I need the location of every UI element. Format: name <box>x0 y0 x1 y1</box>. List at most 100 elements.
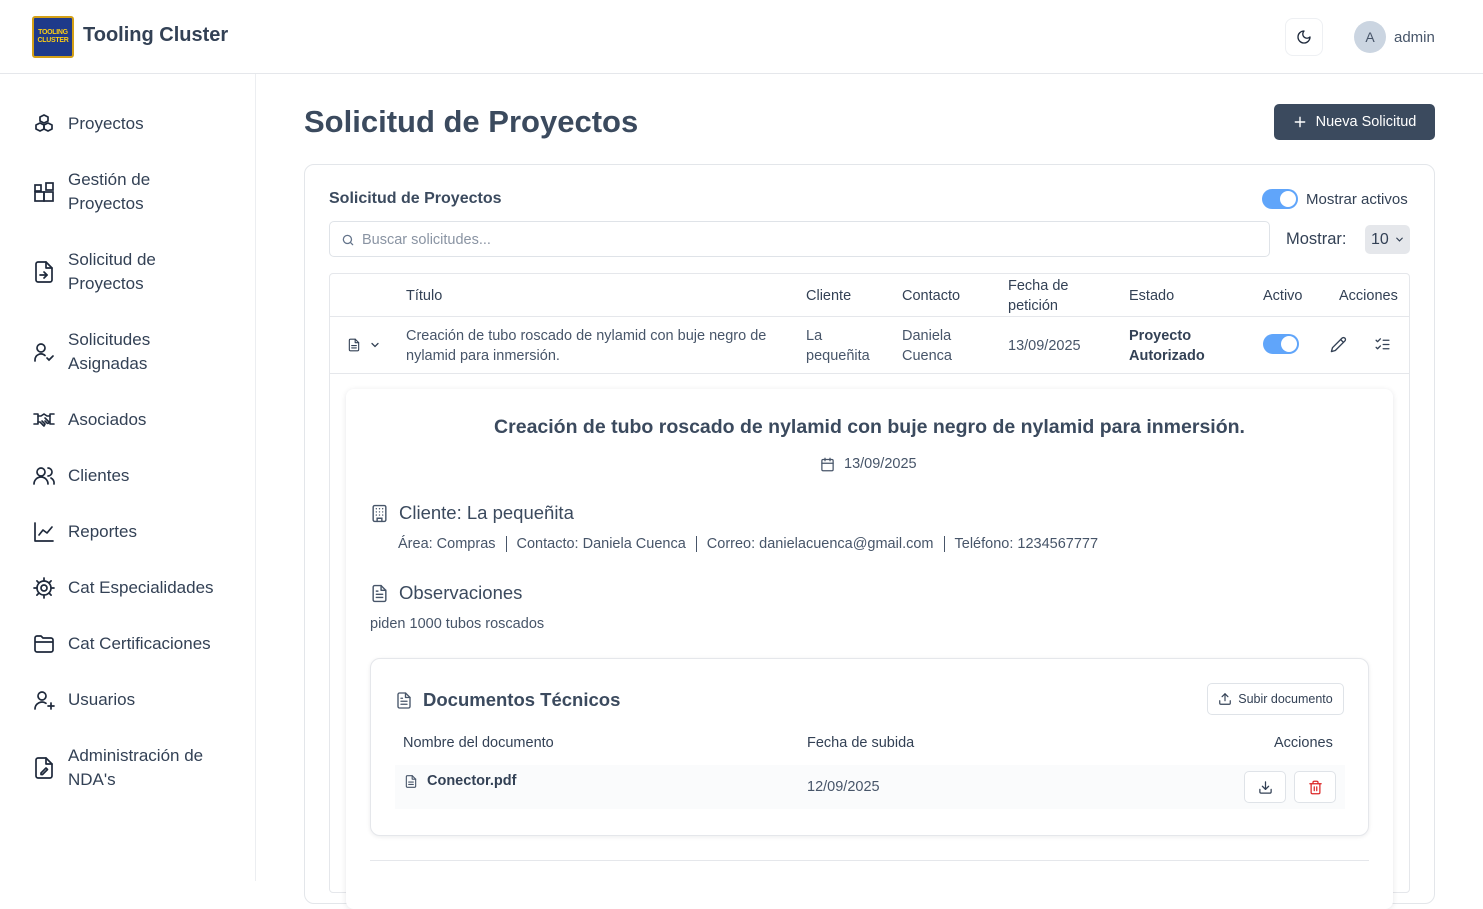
sidebar-item-gestion[interactable]: Gestión de Proyectos <box>32 168 232 216</box>
building-icon <box>372 504 387 522</box>
sidebar-item-usuarios[interactable]: Usuarios <box>32 688 232 712</box>
page-title: Solicitud de Proyectos <box>304 104 639 139</box>
col-header-cliente[interactable]: Cliente <box>806 286 851 306</box>
sidebar-item-label: Cat Certificaciones <box>68 634 211 653</box>
download-icon <box>1258 780 1272 794</box>
sidebar-item-asociados[interactable]: Asociados <box>32 408 232 432</box>
upload-document-button[interactable]: Subir documento <box>1207 683 1344 715</box>
trash-icon <box>1308 780 1322 794</box>
cell-fecha: 13/09/2025 <box>1008 338 1081 354</box>
show-active-toggle[interactable] <box>1262 189 1298 209</box>
separator <box>505 536 507 552</box>
col-header-titulo[interactable]: Título <box>406 286 442 306</box>
cell-contacto: Daniela Cuenca <box>902 328 952 364</box>
docs-col-actions: Acciones <box>1274 735 1333 751</box>
edit-button[interactable] <box>1330 336 1347 353</box>
sidebar-item-label: Solicitud de Proyectos <box>68 250 156 293</box>
file-text-icon <box>348 338 360 352</box>
client-email: Correo: danielacuenca@gmail.com <box>706 536 934 552</box>
sidebar-item-label: Proyectos <box>68 114 144 133</box>
blocks-icon <box>32 180 56 204</box>
client-heading: Cliente: La pequeñita <box>370 502 574 524</box>
col-header-contacto[interactable]: Contacto <box>902 286 960 306</box>
documents-heading: Documentos Técnicos <box>395 689 620 711</box>
sidebar-item-reportes[interactable]: Reportes <box>32 520 232 544</box>
col-header-estado[interactable]: Estado <box>1129 286 1174 306</box>
client-phone: Teléfono: 1234567777 <box>954 536 1099 552</box>
page-size-select[interactable]: 10 <box>1365 225 1410 254</box>
chevron-down-icon <box>371 342 379 348</box>
sidebar-item-label: Usuarios <box>68 690 136 709</box>
sidebar-item-nda[interactable]: Administración de NDA's <box>32 744 232 792</box>
sidebar-item-label: Gestión de Proyectos <box>68 170 151 213</box>
sidebar-item-clientes[interactable]: Clientes <box>32 464 232 488</box>
detail-date-text: 13/09/2025 <box>844 456 917 472</box>
header-divider <box>330 316 1409 317</box>
plus-icon <box>1294 116 1305 128</box>
users-icon <box>32 464 56 488</box>
client-area: Área: Compras <box>398 536 496 552</box>
avatar[interactable]: A <box>1354 21 1386 53</box>
moon-icon <box>1297 30 1311 44</box>
brand-name[interactable]: Tooling Cluster <box>83 24 228 47</box>
sidebar-item-label: Clientes <box>68 466 130 485</box>
page-size-label: Mostrar: <box>1286 230 1347 248</box>
cell-estado: Proyecto Autorizado <box>1129 328 1205 364</box>
search-input[interactable] <box>362 229 1252 251</box>
client-info: Área: Compras Contacto: Daniela Cuenca C… <box>398 536 1098 552</box>
sidebar-item-label: Asociados <box>68 410 147 429</box>
client-heading-text: Cliente: La pequeñita <box>399 502 574 523</box>
handshake-icon <box>32 408 56 432</box>
sidebar-item-certificaciones[interactable]: Cat Certificaciones <box>32 632 232 656</box>
file-text-icon <box>397 691 411 709</box>
col-header-fecha[interactable]: Fecha de petición <box>1008 276 1098 316</box>
username[interactable]: admin <box>1394 29 1435 46</box>
delete-button[interactable] <box>1294 771 1336 803</box>
col-header-activo[interactable]: Activo <box>1263 286 1303 306</box>
user-plus-icon <box>32 688 56 712</box>
expand-row-toggle[interactable] <box>347 337 381 353</box>
row-divider <box>330 373 1409 374</box>
row-active-toggle[interactable] <box>1263 334 1299 354</box>
detail-date: 13/09/2025 <box>820 456 917 472</box>
upload-document-label: Subir documento <box>1238 692 1333 706</box>
sidebar-item-label: Cat Especialidades <box>68 578 214 597</box>
logo-text-2: CLUSTER <box>37 37 69 44</box>
file-text-icon <box>405 774 417 788</box>
sidebar-item-proyectos[interactable]: Proyectos <box>32 112 232 136</box>
pencil-icon <box>1330 336 1347 353</box>
detail-divider <box>370 860 1369 861</box>
card-title: Solicitud de Proyectos <box>329 190 502 207</box>
detail-title: Creación de tubo roscado de nylamid con … <box>494 416 1245 438</box>
sidebar-item-solicitud[interactable]: Solicitud de Proyectos <box>32 248 232 296</box>
download-button[interactable] <box>1244 771 1286 803</box>
separator <box>943 536 945 552</box>
document-name-text: Conector.pdf <box>427 773 517 789</box>
sidebar-item-especialidades[interactable]: Cat Especialidades <box>32 576 232 600</box>
brand-logo[interactable]: TOOLING CLUSTER <box>32 16 74 58</box>
user-check-icon <box>32 340 56 364</box>
document-name[interactable]: Conector.pdf <box>404 773 516 789</box>
search-icon <box>342 234 354 246</box>
file-text-icon <box>372 584 387 602</box>
top-bar: TOOLING CLUSTER Tooling Cluster A admin <box>0 0 1483 74</box>
sidebar-item-asignadas[interactable]: Solicitudes Asignadas <box>32 328 232 376</box>
page-size-value: 10 <box>1371 230 1389 248</box>
theme-toggle-button[interactable] <box>1285 18 1323 56</box>
new-request-button[interactable]: Nueva Solicitud <box>1274 104 1435 140</box>
sidebar-item-label: Solicitudes Asignadas <box>68 330 151 373</box>
docs-col-name: Nombre del documento <box>403 735 554 751</box>
client-contact: Contacto: Daniela Cuenca <box>516 536 686 552</box>
checklist-button[interactable] <box>1374 336 1391 353</box>
observations-heading-text: Observaciones <box>399 582 523 603</box>
file-input-icon <box>32 260 56 284</box>
new-request-label: Nueva Solicitud <box>1315 114 1417 130</box>
sidebar-item-label: Reportes <box>68 522 137 541</box>
boxes-icon <box>32 112 56 136</box>
docs-col-date: Fecha de subida <box>807 735 915 751</box>
search-box <box>329 221 1270 257</box>
document-date: 12/09/2025 <box>807 779 880 795</box>
folder-icon <box>32 632 56 656</box>
cog-icon <box>32 576 56 600</box>
documents-heading-text: Documentos Técnicos <box>423 689 621 710</box>
